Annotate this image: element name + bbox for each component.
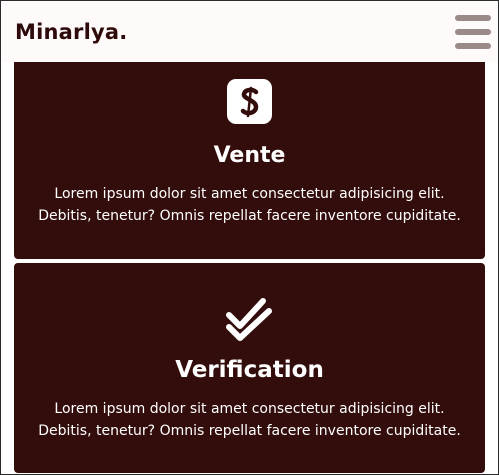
hamburger-bar <box>455 29 491 35</box>
navbar: Minarlya. <box>2 2 498 62</box>
brand-logo[interactable]: Minarlya. <box>15 20 127 44</box>
card-description-line: Lorem ipsum dolor sit amet consectetur a… <box>54 401 445 417</box>
service-card-vente: Vente Lorem ipsum dolor sit amet consect… <box>14 62 485 259</box>
card-description-line: Debitis, tenetur? Omnis repellat facere … <box>38 208 461 224</box>
hamburger-menu-icon[interactable] <box>455 15 491 49</box>
service-card-verification: Verification Lorem ipsum dolor sit amet … <box>14 263 485 473</box>
card-description: Lorem ipsum dolor sit amet consectetur a… <box>24 183 475 227</box>
double-check-glyph <box>226 298 272 341</box>
card-description: Lorem ipsum dolor sit amet consectetur a… <box>24 398 475 442</box>
card-description-line: Debitis, tenetur? Omnis repellat facere … <box>38 423 461 439</box>
dollar-sign-icon <box>227 79 272 124</box>
dollar-sign-glyph <box>240 86 258 117</box>
hamburger-bar <box>455 43 491 49</box>
card-title: Vente <box>213 143 286 168</box>
double-check-icon <box>225 293 273 341</box>
card-description-line: Lorem ipsum dolor sit amet consectetur a… <box>54 186 445 202</box>
page-frame: Minarlya. Vente Lorem ipsum dolor sit am… <box>0 0 499 475</box>
card-title: Verification <box>175 357 324 383</box>
hamburger-bar <box>455 15 491 21</box>
